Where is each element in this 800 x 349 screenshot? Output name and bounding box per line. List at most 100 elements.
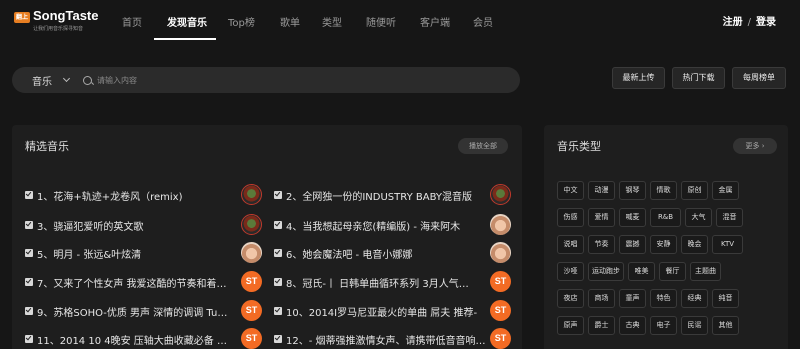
song-row[interactable]: 6、她会魔法吧 - 电音小娜娜 <box>274 242 486 264</box>
genre-tag[interactable]: R&B <box>650 208 681 227</box>
song-avatar[interactable] <box>490 184 511 205</box>
login-link[interactable]: 登录 <box>756 17 776 28</box>
genre-tag[interactable]: 主题曲 <box>690 262 721 281</box>
genre-tag[interactable]: 喊麦 <box>619 208 646 227</box>
nav-client[interactable]: 客户端 <box>420 14 450 29</box>
song-checkbox[interactable] <box>274 278 282 286</box>
song-title[interactable]: 5、明月 - 张远&叶炫清 <box>37 246 237 261</box>
song-row[interactable]: 2、全网独一份的INDUSTRY BABY混音版 <box>274 184 486 206</box>
song-title[interactable]: 12、- 烟蒂强推激情女声、请携带低音音响… <box>286 332 486 347</box>
nav-genres[interactable]: 类型 <box>322 14 342 29</box>
song-title[interactable]: 7、又来了个性女声 我爱这酷的节奏和着… <box>37 275 237 290</box>
genre-tag[interactable]: 沙哑 <box>557 262 584 281</box>
song-checkbox[interactable] <box>274 191 282 199</box>
genre-tag[interactable]: 中文 <box>557 181 584 200</box>
song-avatar[interactable]: ST <box>241 300 262 321</box>
genre-tag[interactable]: 纯音 <box>712 289 739 308</box>
search-category-select[interactable]: 音乐 <box>32 73 71 88</box>
genre-tag[interactable]: 节奏 <box>588 235 615 254</box>
register-link[interactable]: 注册 <box>723 17 743 28</box>
genre-tag[interactable]: 动漫 <box>588 181 615 200</box>
genre-tag[interactable]: 古典 <box>619 316 646 335</box>
song-row[interactable]: 3、骁逼犯爱听的英文歌 <box>25 214 237 236</box>
song-title[interactable]: 3、骁逼犯爱听的英文歌 <box>37 218 237 233</box>
genre-tag[interactable]: 情歌 <box>650 181 677 200</box>
song-row[interactable]: 7、又来了个性女声 我爱这酷的节奏和着… <box>25 271 237 293</box>
song-checkbox[interactable] <box>274 221 282 229</box>
genre-tag[interactable]: 唯美 <box>628 262 655 281</box>
song-title[interactable]: 2、全网独一份的INDUSTRY BABY混音版 <box>286 188 486 203</box>
genre-tag[interactable]: 经典 <box>681 289 708 308</box>
song-title[interactable]: 11、2014 10 4晚安 压轴大曲收藏必备 … <box>37 332 237 347</box>
nav-discover[interactable]: 发现音乐 <box>167 14 207 29</box>
nav-playlists[interactable]: 歌单 <box>280 14 300 29</box>
logo[interactable]: 翻上 SongTaste 让我们用音乐探寻知音 <box>14 9 99 32</box>
genre-tag[interactable]: 爱情 <box>588 208 615 227</box>
genre-tag[interactable]: 商场 <box>588 289 615 308</box>
song-checkbox[interactable] <box>25 307 33 315</box>
genre-tag[interactable]: 原创 <box>681 181 708 200</box>
genre-tag[interactable]: 金属 <box>712 181 739 200</box>
genre-tag[interactable]: 原声 <box>557 316 584 335</box>
nav-top-charts[interactable]: Top榜 <box>228 14 255 29</box>
song-avatar[interactable] <box>241 184 262 205</box>
genre-tag[interactable]: 餐厅 <box>659 262 686 281</box>
nav-home[interactable]: 首页 <box>122 14 142 29</box>
genre-tag[interactable]: 钢琴 <box>619 181 646 200</box>
song-title[interactable]: 1、花海+轨迹+龙卷风（remix) <box>37 188 237 203</box>
song-checkbox[interactable] <box>25 335 33 343</box>
song-checkbox[interactable] <box>274 335 282 343</box>
song-title[interactable]: 10、2014I罗马尼亚最火的单曲 屌夫 推荐- <box>286 304 486 319</box>
song-row[interactable]: 4、当我想起母亲您(精编版) - 海来阿木 <box>274 214 486 236</box>
genre-tag[interactable]: 安静 <box>650 235 677 254</box>
song-row[interactable]: 12、- 烟蒂强推激情女声、请携带低音音响… <box>274 328 486 349</box>
genre-tag[interactable]: 电子 <box>650 316 677 335</box>
song-checkbox[interactable] <box>25 191 33 199</box>
song-avatar[interactable]: ST <box>490 328 511 349</box>
song-avatar[interactable] <box>490 242 511 263</box>
more-genres-button[interactable]: 更多 › <box>733 138 777 154</box>
genre-tag[interactable]: 特色 <box>650 289 677 308</box>
song-avatar[interactable]: ST <box>490 271 511 292</box>
song-row[interactable]: 8、冠氏-丨 日韩单曲循环系列 3月人气… <box>274 271 486 293</box>
genre-tag[interactable]: KTV <box>712 235 743 254</box>
genre-tag[interactable]: 大气 <box>685 208 712 227</box>
song-title[interactable]: 8、冠氏-丨 日韩单曲循环系列 3月人气… <box>286 275 486 290</box>
genre-tag[interactable]: 说唱 <box>557 235 584 254</box>
song-checkbox[interactable] <box>25 221 33 229</box>
genre-tag[interactable]: 其他 <box>712 316 739 335</box>
genre-tag[interactable]: 爵士 <box>588 316 615 335</box>
weekly-chart-button[interactable]: 每周榜单 <box>732 67 786 89</box>
nav-shuffle[interactable]: 随便听 <box>366 14 396 29</box>
song-title[interactable]: 6、她会魔法吧 - 电音小娜娜 <box>286 246 486 261</box>
genre-tag[interactable]: 童声 <box>619 289 646 308</box>
genre-tag[interactable]: 混音 <box>716 208 743 227</box>
genre-tag[interactable]: 晚会 <box>681 235 708 254</box>
latest-upload-button[interactable]: 最新上传 <box>612 67 665 89</box>
nav-vip[interactable]: 会员 <box>473 14 493 29</box>
song-row[interactable]: 9、苏格SOHO-优质 男声 深情的调调 Tu… <box>25 300 237 322</box>
song-row[interactable]: 1、花海+轨迹+龙卷风（remix) <box>25 184 237 206</box>
song-avatar[interactable] <box>241 214 262 235</box>
song-avatar[interactable]: ST <box>241 271 262 292</box>
song-checkbox[interactable] <box>25 278 33 286</box>
play-all-button[interactable]: 播放全部 <box>458 138 508 154</box>
song-row[interactable]: 10、2014I罗马尼亚最火的单曲 屌夫 推荐- <box>274 300 486 322</box>
song-checkbox[interactable] <box>274 307 282 315</box>
song-checkbox[interactable] <box>274 249 282 257</box>
song-avatar[interactable] <box>490 214 511 235</box>
song-title[interactable]: 4、当我想起母亲您(精编版) - 海来阿木 <box>286 218 486 233</box>
song-title[interactable]: 9、苏格SOHO-优质 男声 深情的调调 Tu… <box>37 304 237 319</box>
genre-tag[interactable]: 震撼 <box>619 235 646 254</box>
song-avatar[interactable] <box>241 242 262 263</box>
genre-tag[interactable]: 夜店 <box>557 289 584 308</box>
song-row[interactable]: 5、明月 - 张远&叶炫清 <box>25 242 237 264</box>
search-input[interactable] <box>97 75 477 85</box>
genre-tag[interactable]: 伤感 <box>557 208 584 227</box>
song-avatar[interactable]: ST <box>241 328 262 349</box>
song-checkbox[interactable] <box>25 249 33 257</box>
genre-tag[interactable]: 运动跑步 <box>588 262 624 281</box>
song-row[interactable]: 11、2014 10 4晚安 压轴大曲收藏必备 … <box>25 328 237 349</box>
hot-download-button[interactable]: 热门下载 <box>672 67 725 89</box>
genre-tag[interactable]: 民谣 <box>681 316 708 335</box>
